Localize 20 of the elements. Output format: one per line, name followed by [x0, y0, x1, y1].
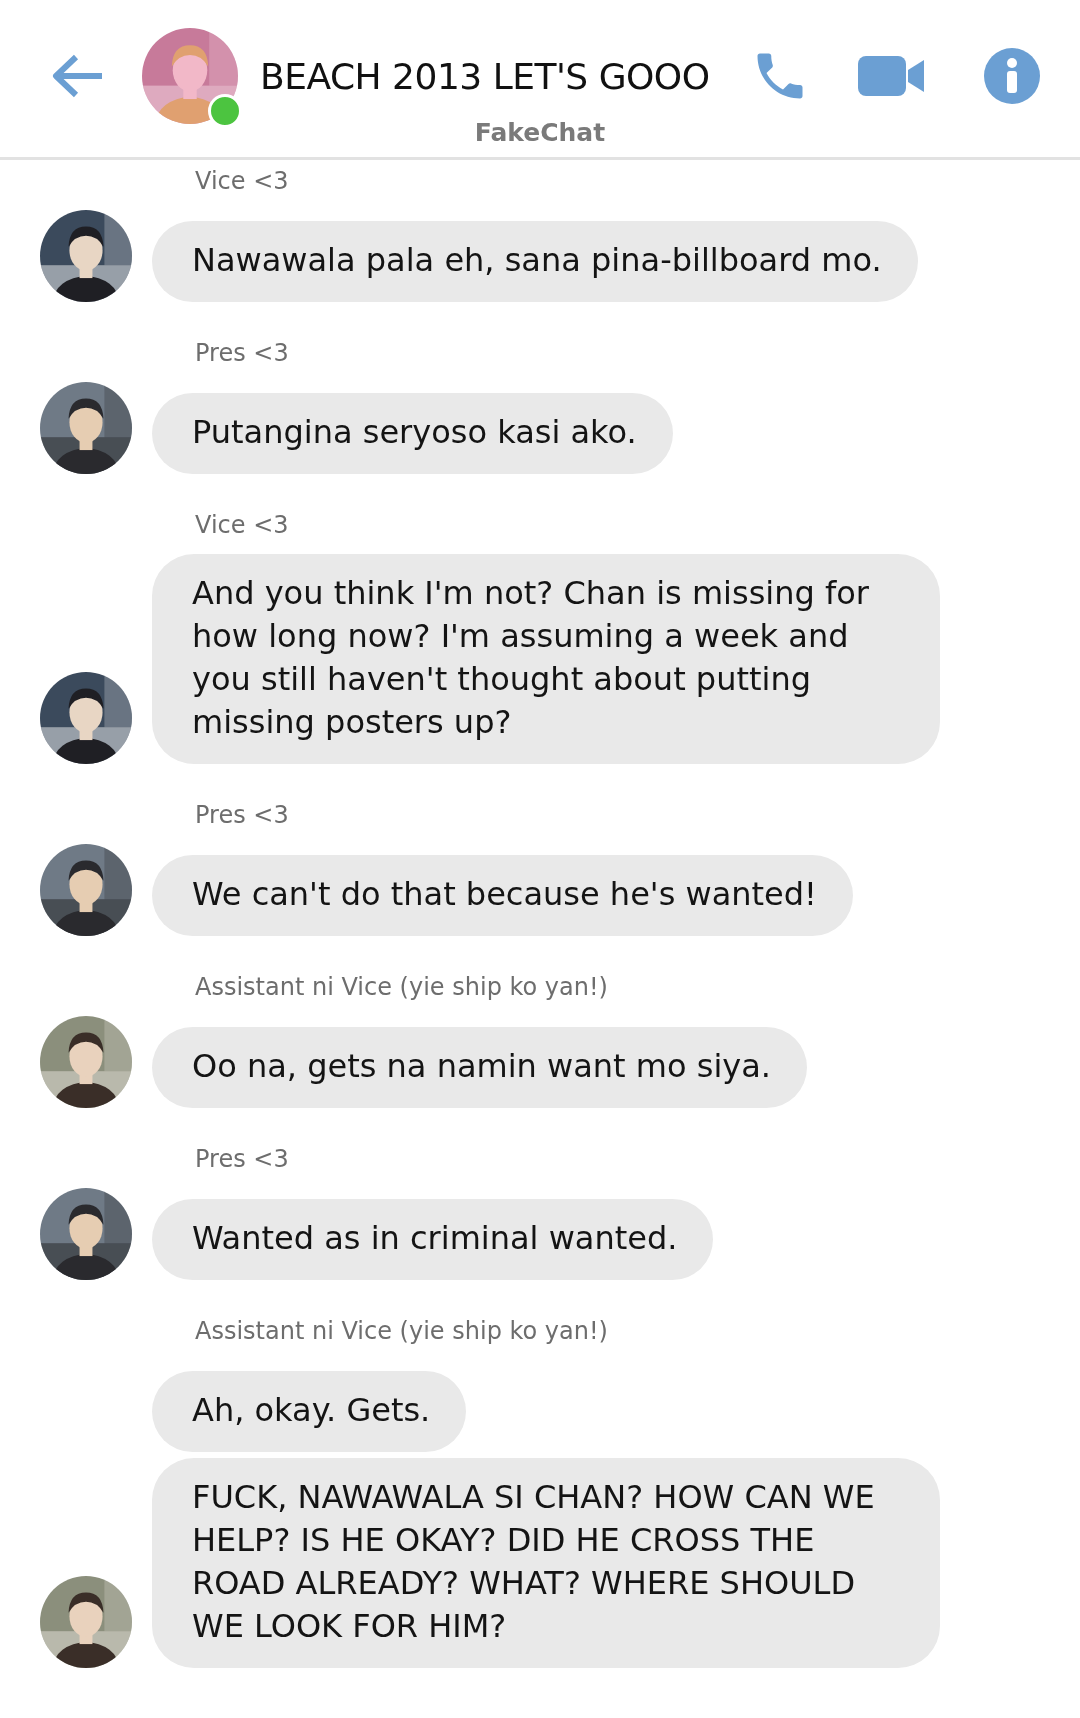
- message-bubble: Ah, okay. Gets.: [152, 1371, 467, 1452]
- message-bubble: FUCK, NAWAWALA SI CHAN? HOW CAN WE HELP? IS HE OKAY? DID HE CROSS THE ROAD ALREADY? WHAT? WHERE SHOULD WE LOOK FOR HIM?: [152, 1458, 940, 1668]
- message-bubble: Oo na, gets na namin want mo siya.: [152, 1027, 807, 1108]
- message-bubble: Wanted as in criminal wanted.: [152, 1199, 714, 1280]
- sender-name: Pres <3: [195, 1145, 289, 1173]
- app-name: FakeChat: [474, 118, 606, 147]
- sender-name: Assistant ni Vice (yie ship ko yan!): [195, 973, 608, 1001]
- chat-title: BEACH 2013 LET'S GOOO: [260, 55, 710, 97]
- sender-name: Vice <3: [195, 167, 289, 195]
- sender-name: Vice <3: [195, 511, 289, 539]
- message-bubble: Nawawala pala eh, sana pina-billboard mo.: [152, 221, 918, 302]
- sender-name: Pres <3: [195, 339, 289, 367]
- video-camera-icon[interactable]: [858, 54, 926, 98]
- sender-name: Assistant ni Vice (yie ship ko yan!): [195, 1317, 608, 1345]
- info-icon[interactable]: [984, 48, 1040, 104]
- sender-name: Pres <3: [195, 801, 289, 829]
- message-bubble: Putangina seryoso kasi ako.: [152, 393, 673, 474]
- back-arrow-icon[interactable]: [52, 54, 104, 98]
- message-bubble: We can't do that because he's wanted!: [152, 855, 853, 936]
- message-bubble: And you think I'm not? Chan is missing for how long now? I'm assuming a week and you still haven't thought about putting missing posters up?: [152, 554, 940, 764]
